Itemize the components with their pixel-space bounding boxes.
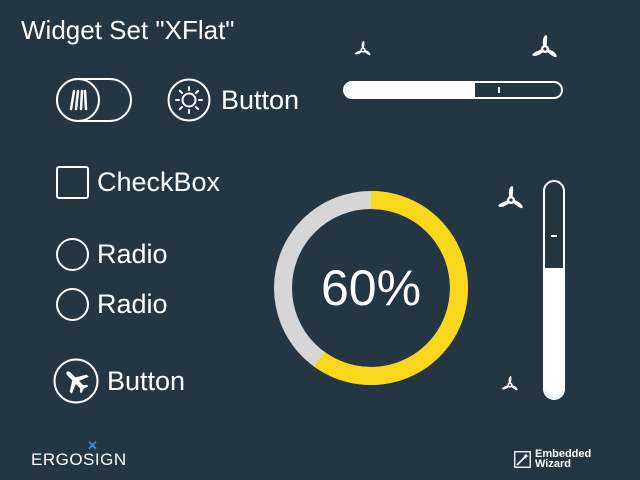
vertical-slider[interactable]	[543, 180, 565, 400]
radio-circle[interactable]	[56, 238, 89, 271]
radio-label: Radio	[97, 239, 168, 269]
toggle-switch[interactable]	[56, 78, 132, 122]
fan-large-icon	[532, 35, 557, 58]
checkbox-label: CheckBox	[97, 167, 221, 197]
radio-option-1[interactable]: Radio	[56, 238, 168, 271]
slider-thumb[interactable]	[551, 235, 557, 237]
fan-large-icon	[498, 186, 523, 209]
embedded-wizard-logo: Embedded Wizard	[514, 449, 591, 470]
checkbox[interactable]: CheckBox	[56, 166, 220, 199]
page-title: Widget Set "XFlat"	[21, 15, 235, 45]
slider-thumb[interactable]	[498, 87, 500, 93]
sun-icon	[167, 78, 211, 122]
ergosign-logo-text: ERGOSIGN	[31, 450, 127, 469]
gauge-value-text: 60%	[320, 260, 422, 316]
fan-small-icon	[354, 41, 371, 56]
radio-circle[interactable]	[56, 288, 89, 321]
slider-fill	[345, 83, 475, 97]
embedded-wizard-line2: Wizard	[535, 458, 571, 470]
radio-label: Radio	[97, 289, 168, 319]
sun-button-label: Button	[221, 84, 300, 115]
wand-icon	[514, 450, 531, 468]
logo-x-mark: ✕	[87, 438, 98, 453]
fan-small-icon	[501, 376, 518, 391]
horizontal-slider[interactable]	[343, 81, 563, 99]
ergosign-logo: ✕ ERGOSIGN	[31, 438, 127, 470]
radio-option-2[interactable]: Radio	[56, 288, 168, 321]
airplane-button[interactable]: Button	[53, 358, 185, 404]
sun-button[interactable]: Button	[167, 78, 299, 122]
airplane-icon	[53, 358, 99, 404]
checkbox-box[interactable]	[56, 166, 89, 199]
airplane-button-label: Button	[107, 365, 186, 396]
slider-fill	[545, 268, 563, 398]
